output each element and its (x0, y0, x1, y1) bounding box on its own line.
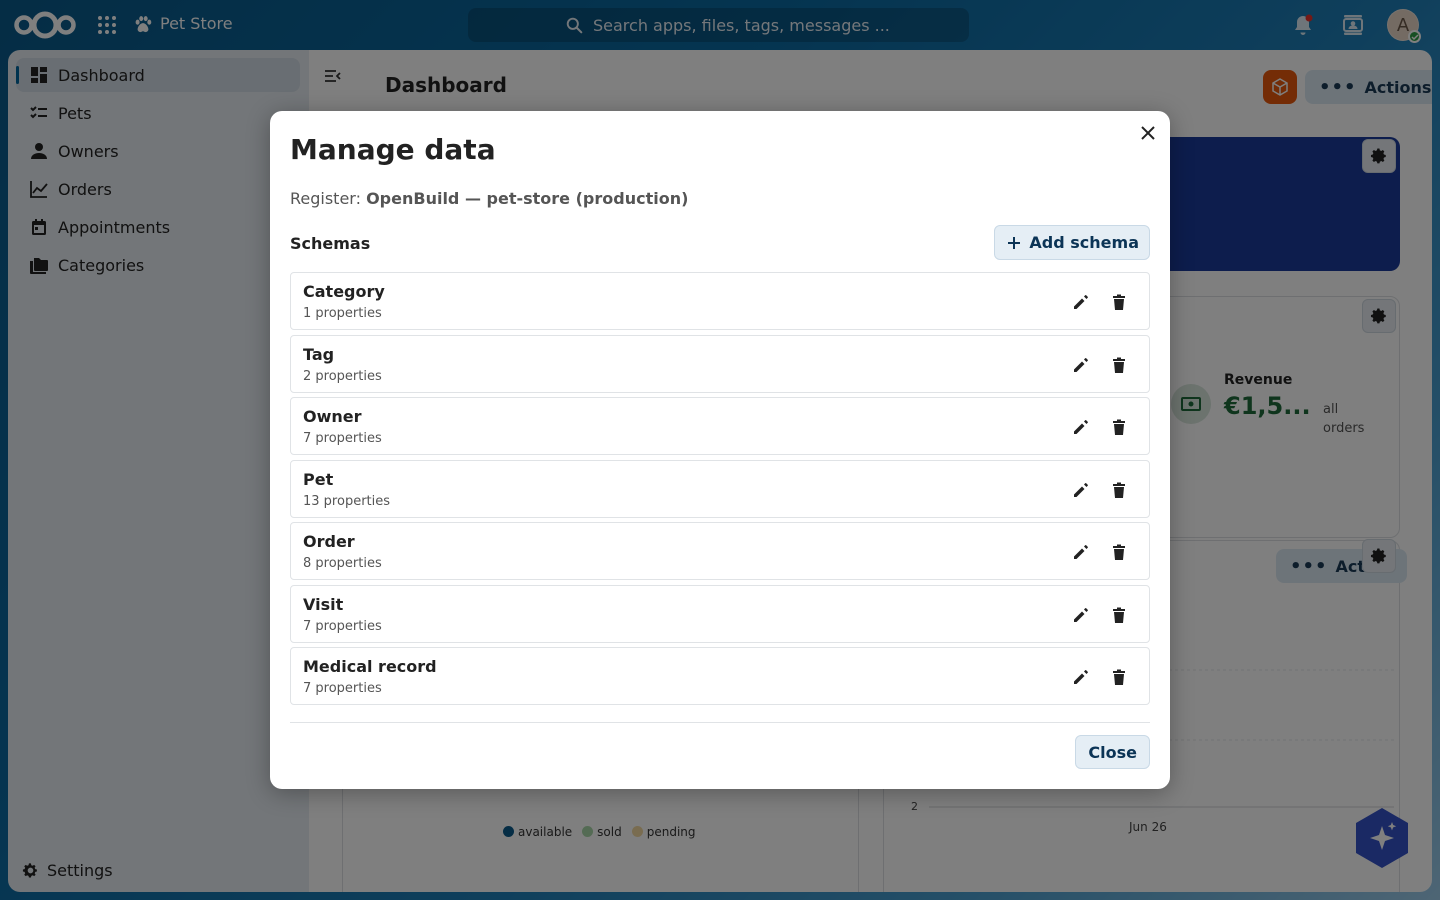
register-name: OpenBuild — pet-store (production) (366, 189, 689, 208)
trash-icon (1113, 294, 1125, 310)
pencil-icon (1074, 357, 1088, 372)
delete-schema-button[interactable] (1109, 480, 1129, 500)
edit-schema-button[interactable] (1071, 417, 1091, 437)
edit-schema-button[interactable] (1071, 667, 1091, 687)
trash-icon (1113, 419, 1125, 435)
schema-properties-count: 1 properties (303, 306, 382, 321)
delete-schema-button[interactable] (1109, 542, 1129, 562)
edit-schema-button[interactable] (1071, 605, 1091, 625)
add-schema-label: Add schema (1029, 233, 1139, 252)
schema-name: Order (303, 532, 355, 551)
delete-schema-button[interactable] (1109, 292, 1129, 312)
close-button[interactable]: Close (1075, 735, 1150, 769)
schema-row: Category 1 properties (290, 272, 1150, 330)
schema-name: Category (303, 282, 385, 301)
schema-row: Visit 7 properties (290, 584, 1150, 643)
trash-icon (1113, 357, 1125, 373)
pencil-icon (1074, 545, 1088, 559)
trash-icon (1113, 482, 1125, 498)
delete-schema-button[interactable] (1109, 355, 1129, 375)
pencil-icon (1074, 607, 1088, 622)
register-prefix: Register: (290, 189, 361, 208)
schema-name: Visit (303, 594, 344, 614)
register-info: Register: OpenBuild — pet-store (product… (290, 189, 688, 208)
delete-schema-button[interactable] (1109, 605, 1129, 625)
schema-properties-count: 8 properties (303, 556, 382, 571)
schema-name: Owner (303, 407, 362, 426)
schema-row: Order 8 properties (290, 522, 1150, 580)
schema-name: Medical record (303, 657, 437, 676)
manage-data-dialog: Manage data Register: OpenBuild — pet-st… (270, 111, 1170, 789)
schema-properties-count: 7 properties (303, 431, 382, 446)
plus-icon (1008, 236, 1021, 249)
close-icon[interactable] (1138, 123, 1158, 143)
schema-row: Medical record 7 properties (290, 647, 1150, 705)
delete-schema-button[interactable] (1109, 417, 1129, 437)
schema-name: Pet (303, 469, 334, 489)
trash-icon (1113, 544, 1125, 560)
edit-schema-button[interactable] (1071, 292, 1091, 312)
schema-list: Category 1 properties Tag 2 properties O… (290, 272, 1150, 710)
dialog-title: Manage data (290, 133, 496, 166)
schemas-heading: Schemas (290, 234, 371, 253)
schema-properties-count: 7 properties (303, 618, 382, 634)
delete-schema-button[interactable] (1109, 667, 1129, 687)
schema-properties-count: 2 properties (303, 368, 382, 384)
dialog-divider (290, 722, 1150, 723)
schema-properties-count: 7 properties (303, 681, 382, 696)
trash-icon (1113, 607, 1125, 623)
schema-name: Tag (303, 344, 335, 364)
schema-row: Tag 2 properties (290, 334, 1150, 393)
schema-row: Owner 7 properties (290, 397, 1150, 455)
edit-schema-button[interactable] (1071, 355, 1091, 375)
edit-schema-button[interactable] (1071, 542, 1091, 562)
add-schema-button[interactable]: Add schema (994, 225, 1150, 260)
pencil-icon (1074, 670, 1088, 684)
schema-row: Pet 13 properties (290, 459, 1150, 518)
pencil-icon (1074, 420, 1088, 434)
close-label: Close (1088, 742, 1137, 762)
schema-properties-count: 13 properties (303, 493, 391, 509)
edit-schema-button[interactable] (1071, 480, 1091, 500)
pencil-icon (1074, 295, 1088, 309)
pencil-icon (1074, 482, 1088, 497)
trash-icon (1113, 669, 1125, 685)
